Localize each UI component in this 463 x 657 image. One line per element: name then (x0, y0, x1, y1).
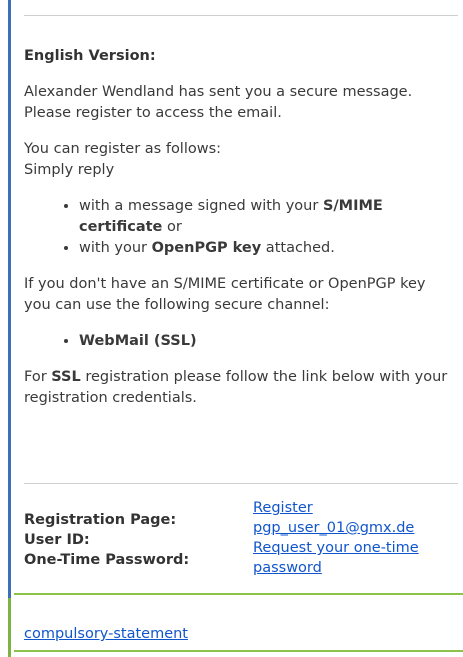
list-item: WebMail (SSL) (79, 331, 454, 352)
register-line-1: You can register as follows: (24, 141, 222, 157)
intro-text: Alexander Wendland has sent you a secure… (24, 84, 413, 121)
list-item: with a message signed with your S/MIME c… (79, 196, 454, 238)
option-text-end: attached. (261, 240, 335, 256)
compulsory-statement-link[interactable]: compulsory-statement (24, 626, 188, 642)
ssl-instructions: For SSL registration please follow the l… (24, 367, 454, 409)
credentials-values: Register pgp_user_01@gmx.de Request your… (253, 498, 458, 578)
list-item: with your OpenPGP key attached. (79, 238, 454, 259)
password-label: One-Time Password: (24, 552, 190, 568)
ssl-text-end: registration please follow the link belo… (24, 369, 448, 406)
ssl-emphasis: SSL (51, 369, 81, 385)
register-instructions: You can register as follows: Simply repl… (24, 139, 454, 181)
ssl-text: For (24, 369, 52, 385)
no-certificate-text: If you don't have an S/MIME certificate … (24, 276, 426, 313)
register-link[interactable]: Register (253, 500, 313, 516)
footer-statement: compulsory-statement (24, 624, 188, 644)
option-emphasis: OpenPGP key (151, 240, 262, 256)
option-text: with a message signed with your (79, 198, 323, 214)
top-divider (24, 15, 458, 16)
footer-divider-bottom (14, 650, 463, 652)
left-accent-bar (8, 0, 11, 607)
credentials-labels: Registration Page: User ID: One-Time Pas… (24, 510, 189, 570)
secure-channel-name: WebMail (SSL) (79, 333, 197, 349)
message-body: English Version: Alexander Wendland has … (24, 46, 454, 424)
user-id-label: User ID: (24, 532, 90, 548)
left-accent-bar-green (8, 598, 11, 657)
version-heading: English Version: (24, 48, 156, 64)
register-line-2: Simply reply (24, 162, 115, 178)
reply-options-list: with a message signed with your S/MIME c… (24, 196, 454, 259)
option-text-end: or (162, 219, 182, 235)
secure-channel-list: WebMail (SSL) (24, 331, 454, 352)
registration-page-label: Registration Page: (24, 512, 177, 528)
user-id-link[interactable]: pgp_user_01@gmx.de (253, 520, 414, 536)
credentials-divider (24, 483, 458, 484)
request-password-link[interactable]: Request your one-time password (253, 540, 419, 576)
footer-divider-top (14, 593, 463, 595)
option-text: with your (79, 240, 152, 256)
